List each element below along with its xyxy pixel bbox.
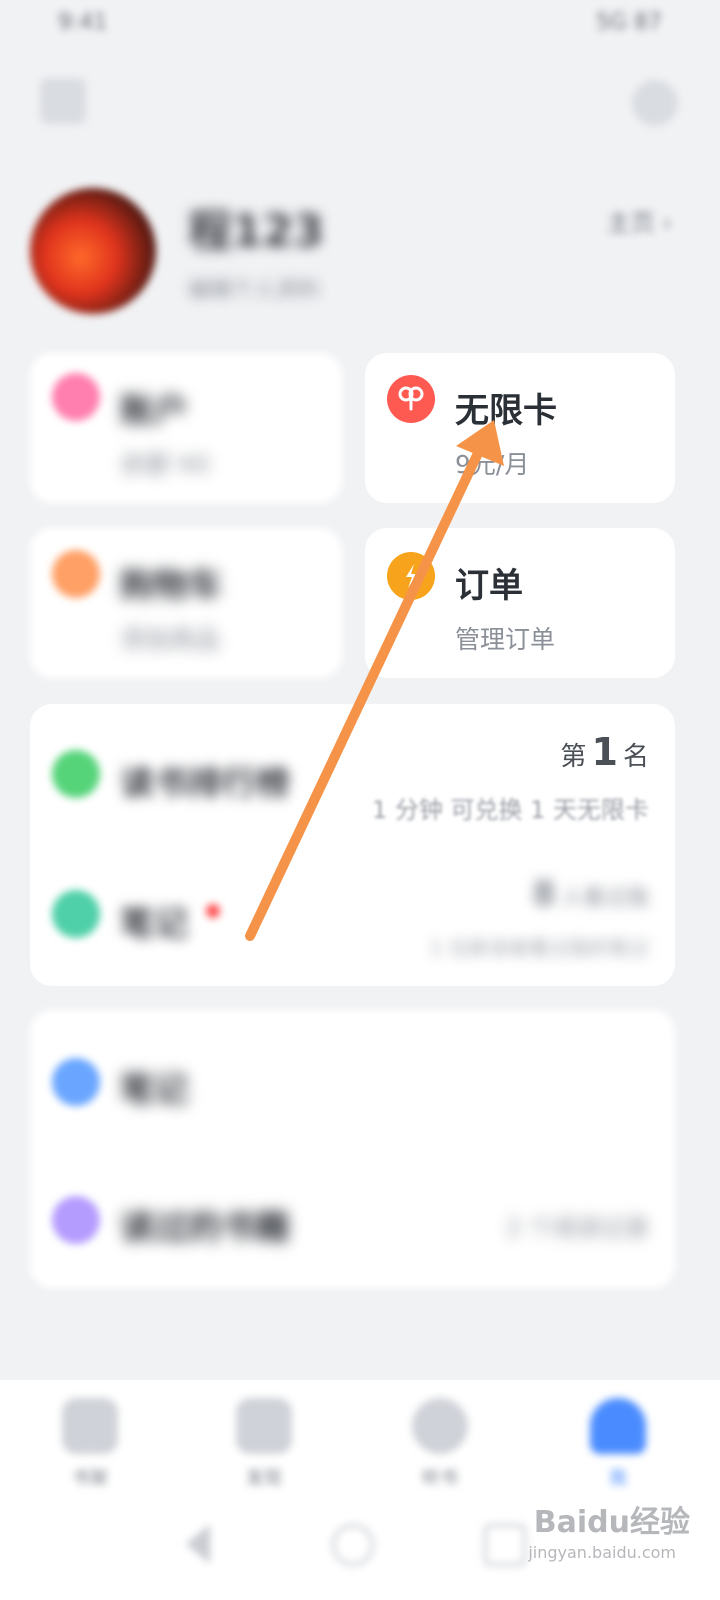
annotation-arrow <box>245 420 504 941</box>
arrow-shaft <box>245 427 493 941</box>
